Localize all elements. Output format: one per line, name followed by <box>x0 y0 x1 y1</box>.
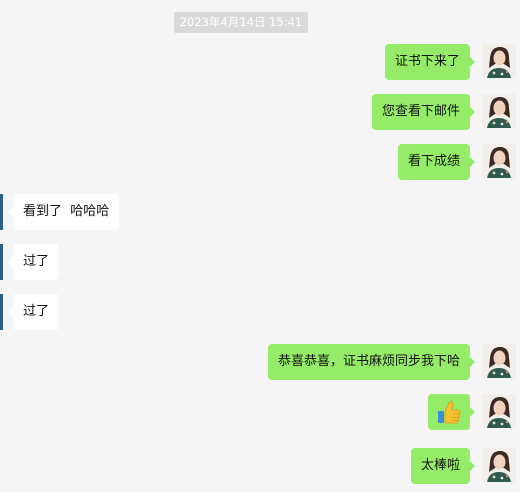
contact-avatar[interactable] <box>0 194 3 230</box>
contact-avatar[interactable] <box>0 244 3 280</box>
message-row: 证书下来了 <box>0 44 520 80</box>
avatar[interactable] <box>482 144 516 178</box>
avatar-image <box>482 144 516 178</box>
avatar-image <box>482 44 516 78</box>
avatar[interactable] <box>482 448 516 482</box>
message-row: 看到了 哈哈哈 <box>0 194 520 230</box>
message-row: 太棒啦 <box>0 448 520 484</box>
message-row: 恭喜恭喜，证书麻烦同步我下哈 <box>0 344 520 380</box>
outgoing-message-bubble[interactable]: 证书下来了 <box>384 44 476 80</box>
contact-avatar[interactable] <box>0 294 3 330</box>
outgoing-message-bubble[interactable]: 您查看下邮件 <box>371 94 476 130</box>
avatar-image <box>482 344 516 378</box>
message-row <box>0 394 520 430</box>
avatar-image <box>482 94 516 128</box>
outgoing-message-bubble[interactable]: 恭喜恭喜，证书麻烦同步我下哈 <box>267 344 476 380</box>
outgoing-message-bubble[interactable]: 太棒啦 <box>410 448 476 484</box>
outgoing-message-bubble[interactable] <box>428 394 475 430</box>
avatar-image <box>482 448 516 482</box>
avatar[interactable] <box>482 344 516 378</box>
incoming-message-bubble[interactable]: 看到了 哈哈哈 <box>7 194 120 230</box>
thumbs-up-icon <box>438 401 461 424</box>
message-row: 过了 <box>0 244 520 280</box>
outgoing-message-bubble[interactable]: 看下成绩 <box>397 144 476 180</box>
message-row: 看下成绩 <box>0 144 520 180</box>
message-row: 您查看下邮件 <box>0 94 520 130</box>
message-row: 过了 <box>0 294 520 330</box>
incoming-message-bubble[interactable]: 过了 <box>7 244 60 280</box>
avatar[interactable] <box>482 44 516 78</box>
incoming-message-bubble[interactable]: 过了 <box>7 294 60 330</box>
avatar[interactable] <box>482 394 516 428</box>
message-timestamp: 2023年4月14日 15:41 <box>174 12 308 33</box>
avatar-image <box>482 394 516 428</box>
avatar[interactable] <box>482 94 516 128</box>
